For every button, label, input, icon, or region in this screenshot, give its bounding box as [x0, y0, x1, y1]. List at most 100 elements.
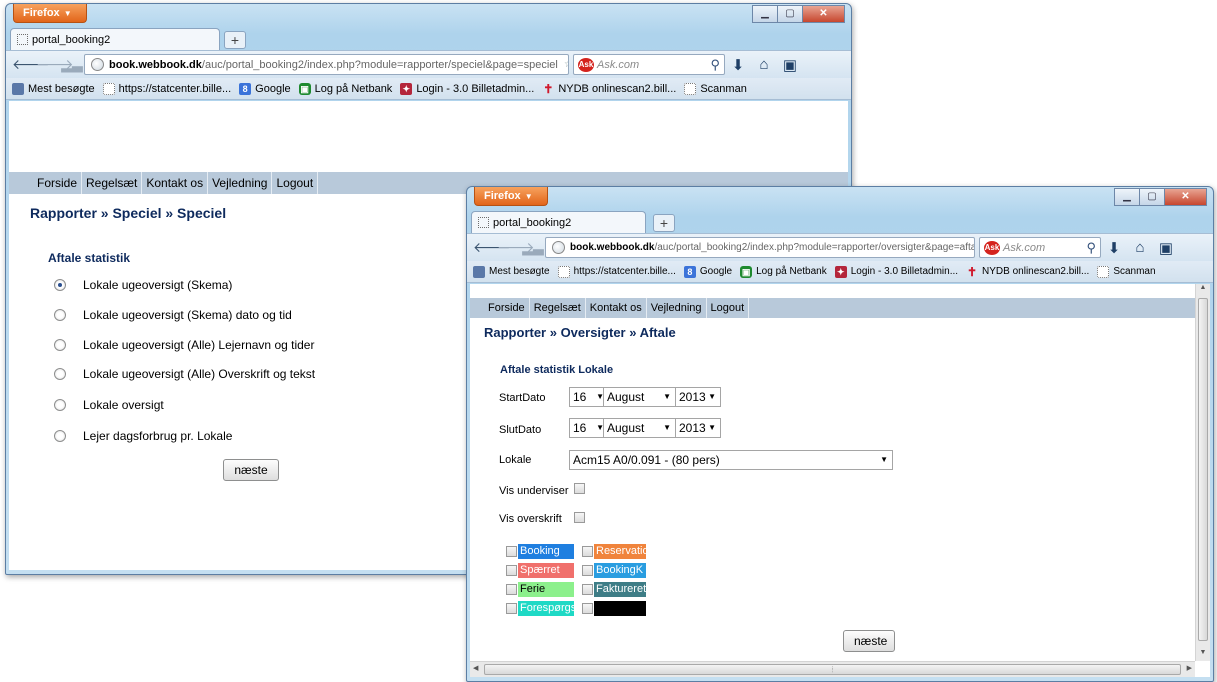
end-date-label: SlutDato — [499, 424, 542, 436]
minimize-button[interactable]: ▁ — [752, 5, 778, 23]
bookmark-most-visited[interactable]: Mest besøgte — [473, 265, 550, 278]
menu-vejledning[interactable]: Vejledning — [647, 298, 707, 318]
radio-button[interactable] — [54, 279, 66, 291]
blank-page-icon — [17, 34, 28, 45]
report-option[interactable]: Lejer dagsforbrug pr. Lokale — [54, 429, 232, 443]
search-box[interactable]: Ask Ask.com ⚲ — [573, 54, 725, 75]
tab-title: portal_booking2 — [32, 33, 111, 46]
search-box[interactable]: Ask Ask.com ⚲ — [979, 237, 1101, 258]
next-button[interactable]: næste — [223, 459, 279, 481]
menu-forside[interactable]: Forside — [484, 298, 530, 318]
scroll-right-arrow-icon[interactable]: ▶ — [1187, 664, 1192, 672]
end-month-select[interactable]: August ▼ — [603, 418, 676, 438]
download-icon[interactable]: ⬇ — [1101, 239, 1127, 257]
scroll-left-arrow-icon[interactable]: ◀ — [473, 664, 478, 672]
search-icon[interactable]: ⚲ — [1086, 240, 1096, 256]
menu-kontakt[interactable]: Kontakt os — [586, 298, 647, 318]
menu-logout[interactable]: Logout — [707, 298, 750, 318]
download-icon[interactable]: ⬇ — [725, 56, 751, 74]
back-arrow-icon[interactable]: 🡐 — [473, 239, 511, 256]
close-button[interactable]: ✕ — [802, 5, 845, 23]
window-controls: ▁ ▢ ✕ — [1114, 188, 1207, 206]
bookmark-netbank[interactable]: ▣ Log på Netbank — [298, 82, 392, 95]
legend-checkbox[interactable] — [506, 565, 517, 576]
start-year-select[interactable]: 2013 ▼ — [675, 387, 721, 407]
bookmark-billetadmin[interactable]: ✦ Login - 3.0 Billetadmin... — [834, 265, 958, 278]
legend-checkbox[interactable] — [506, 603, 517, 614]
radio-button[interactable] — [54, 399, 66, 411]
horizontal-scrollbar[interactable]: ◀ ⦙ ▶ — [470, 661, 1195, 677]
netbank-icon: ▣ — [298, 82, 311, 95]
legend-checkbox[interactable] — [582, 584, 593, 595]
bookmark-billetadmin[interactable]: ✦ Login - 3.0 Billetadmin... — [400, 82, 534, 95]
home-icon[interactable]: ⌂ — [1127, 239, 1153, 256]
blank-page-icon — [478, 217, 489, 228]
start-month-select[interactable]: August ▼ — [603, 387, 676, 407]
home-icon[interactable]: ⌂ — [751, 56, 777, 73]
forward-arrow-icon[interactable]: 🡒 — [36, 56, 74, 73]
menu-vejledning[interactable]: Vejledning — [208, 172, 273, 194]
radio-button[interactable] — [54, 368, 66, 380]
radio-button[interactable] — [54, 430, 66, 442]
menu-forside[interactable]: Forside — [33, 172, 83, 194]
legend-checkbox[interactable] — [506, 546, 517, 557]
show-heading-checkbox[interactable] — [574, 512, 585, 523]
report-option[interactable]: Lokale ugeoversigt (Alle) Lejernavn og t… — [54, 338, 314, 352]
bookmark-scanman[interactable]: Scanman — [1097, 265, 1156, 278]
report-option[interactable]: Lokale ugeoversigt (Skema) — [54, 278, 232, 292]
bookmark-nydb[interactable]: ✝ NYDB onlinescan2.bill... — [966, 266, 1089, 278]
legend-checkbox[interactable] — [582, 603, 593, 614]
bookmark-statcenter[interactable]: https://statcenter.bille... — [102, 82, 231, 95]
end-year-select[interactable]: 2013 ▼ — [675, 418, 721, 438]
scroll-thumb[interactable] — [1198, 298, 1208, 641]
report-option[interactable]: Lokale oversigt — [54, 398, 164, 412]
new-tab-button[interactable]: + — [653, 214, 675, 232]
back-arrow-icon[interactable]: 🡐 — [12, 56, 50, 73]
menu-logout[interactable]: Logout — [272, 172, 319, 194]
menu-kontakt[interactable]: Kontakt os — [142, 172, 209, 194]
menu-regelsaet[interactable]: Regelsæt — [530, 298, 586, 318]
maximize-button[interactable]: ▢ — [777, 5, 803, 23]
minimize-button[interactable]: ▁ — [1114, 188, 1140, 206]
bookmark-netbank[interactable]: ▣ Log på Netbank — [740, 265, 827, 278]
firefox-menu-button[interactable]: Firefox ▼ — [474, 187, 548, 206]
bookmark-statcenter[interactable]: https://statcenter.bille... — [557, 265, 676, 278]
scroll-down-arrow-icon[interactable]: ▼ — [1196, 649, 1210, 661]
address-bar[interactable]: book.webbook.dk /auc/portal_booking2/ind… — [545, 237, 975, 258]
title-bar: Firefox ▼ ▁ ▢ ✕ — [6, 4, 851, 28]
bookmarks-menu-icon[interactable]: ▣ — [1153, 239, 1179, 257]
report-option[interactable]: Lokale ugeoversigt (Alle) Overskrift og … — [54, 367, 315, 381]
firefox-menu-button[interactable]: Firefox ▼ — [13, 4, 87, 23]
bookmark-google[interactable]: 8 Google — [683, 265, 732, 278]
show-teacher-checkbox[interactable] — [574, 483, 585, 494]
address-bar[interactable]: book.webbook.dk /auc/portal_booking2/ind… — [84, 54, 569, 75]
signal-bars-icon: ▂▃ — [61, 56, 83, 72]
tab-portal-booking2[interactable]: portal_booking2 — [471, 211, 646, 233]
forward-arrow-icon[interactable]: 🡒 — [497, 239, 535, 256]
star-icon[interactable]: ☆ ▿ C — [558, 59, 568, 70]
report-option[interactable]: Lokale ugeoversigt (Skema) dato og tid — [54, 308, 292, 322]
radio-button[interactable] — [54, 309, 66, 321]
bookmark-nydb[interactable]: ✝ NYDB onlinescan2.bill... — [542, 83, 676, 95]
most-visited-icon — [12, 82, 24, 95]
globe-icon — [91, 58, 104, 71]
bookmark-google[interactable]: 8 Google — [239, 82, 291, 95]
scroll-up-arrow-icon[interactable]: ▲ — [1196, 284, 1210, 296]
room-select[interactable]: Acm15 A0/0.091 - (80 pers) ▼ — [569, 450, 893, 470]
close-button[interactable]: ✕ — [1164, 188, 1207, 206]
tab-portal-booking2[interactable]: portal_booking2 — [10, 28, 220, 50]
bookmarks-menu-icon[interactable]: ▣ — [777, 56, 803, 74]
bookmark-scanman[interactable]: Scanman — [684, 82, 747, 95]
bookmark-most-visited[interactable]: Mest besøgte — [12, 82, 95, 95]
legend-checkbox[interactable] — [582, 546, 593, 557]
new-tab-button[interactable]: + — [224, 31, 246, 49]
search-icon[interactable]: ⚲ — [710, 57, 720, 73]
next-button[interactable]: næste — [843, 630, 895, 652]
vertical-scrollbar[interactable]: ▲ ▼ — [1195, 284, 1210, 661]
scroll-thumb[interactable]: ⦙ — [484, 664, 1181, 675]
radio-button[interactable] — [54, 339, 66, 351]
menu-regelsaet[interactable]: Regelsæt — [82, 172, 143, 194]
maximize-button[interactable]: ▢ — [1139, 188, 1165, 206]
legend-checkbox[interactable] — [506, 584, 517, 595]
legend-checkbox[interactable] — [582, 565, 593, 576]
